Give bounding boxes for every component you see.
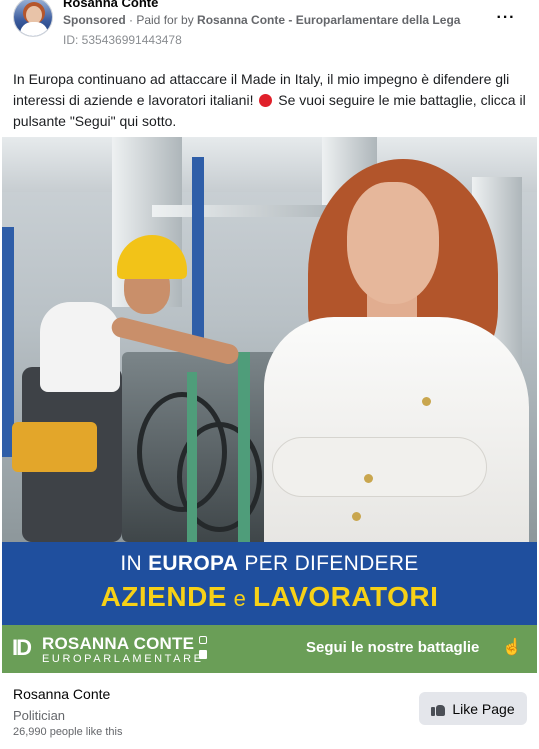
- worker-shirt: [40, 302, 120, 392]
- facebook-icon: [199, 650, 207, 659]
- factory-photo: [2, 137, 537, 542]
- pipe: [152, 205, 342, 217]
- blue-rack: [192, 157, 204, 347]
- thumbs-up-icon: [431, 702, 446, 716]
- woman-jacket: [264, 317, 529, 542]
- page-avatar[interactable]: [13, 0, 53, 37]
- headline-e: e: [226, 586, 253, 611]
- post-text: In Europa continuano ad attaccare il Mad…: [13, 69, 528, 132]
- sponsored-label: Sponsored: [63, 13, 126, 27]
- headline-banner: IN EUROPA PER DIFENDERE AZIENDE e LAVORA…: [2, 542, 537, 625]
- like-page-label: Like Page: [452, 700, 515, 717]
- blue-rack: [2, 227, 14, 457]
- headline-line2: AZIENDE e LAVORATORI: [2, 581, 537, 613]
- brand-name: ROSANNA CONTE: [42, 634, 195, 653]
- ad-header: Rosanna Conte Sponsored · Paid for by Ro…: [0, 0, 539, 60]
- brand-banner: ID ROSANNA CONTE EUROPARLAMENTARE Segui …: [2, 625, 537, 673]
- woman-crossed-arms: [272, 437, 487, 497]
- worker-toolbelt: [12, 422, 97, 472]
- instagram-icon: [199, 636, 207, 644]
- headline-bold1: EUROPA: [148, 552, 239, 575]
- page-name-link[interactable]: Rosanna Conte: [63, 0, 158, 10]
- red-circle-icon: [259, 94, 273, 107]
- avatar-body: [20, 22, 48, 36]
- brand-logo-icon: ID: [12, 635, 32, 660]
- more-options-icon[interactable]: ···: [494, 8, 518, 28]
- ad-creative-image[interactable]: IN EUROPA PER DIFENDERE AZIENDE e LAVORA…: [2, 137, 537, 673]
- jacket-button: [422, 397, 431, 406]
- woman-face: [347, 182, 439, 304]
- cta-text: Segui le nostre battaglie: [306, 639, 480, 656]
- footer-page-name[interactable]: Rosanna Conte: [13, 686, 110, 702]
- paid-for-label: · Paid for by: [125, 13, 198, 27]
- payer-name: Rosanna Conte - Europarlamentare della L…: [197, 13, 461, 27]
- pointing-hand-icon: ☝: [502, 639, 522, 656]
- like-page-button[interactable]: Like Page: [419, 692, 527, 725]
- footer-category: Politician: [13, 708, 66, 723]
- headline-lavoratori: LAVORATORI: [252, 581, 439, 612]
- green-pipe: [238, 352, 250, 542]
- sponsored-line: Sponsored · Paid for by Rosanna Conte - …: [63, 13, 460, 27]
- headline-part1: IN: [120, 552, 149, 575]
- brand-subtitle: EUROPARLAMENTARE: [42, 653, 204, 665]
- headline-part2: PER DIFENDERE: [238, 552, 419, 575]
- headline-aziende: AZIENDE: [100, 581, 227, 612]
- jacket-button: [352, 512, 361, 521]
- ad-id: ID: 535436991443478: [63, 33, 182, 47]
- jacket-button: [364, 474, 373, 483]
- footer-like-count: 26,990 people like this: [13, 726, 123, 738]
- headline-line1: IN EUROPA PER DIFENDERE: [2, 552, 537, 576]
- green-pipe: [187, 372, 197, 542]
